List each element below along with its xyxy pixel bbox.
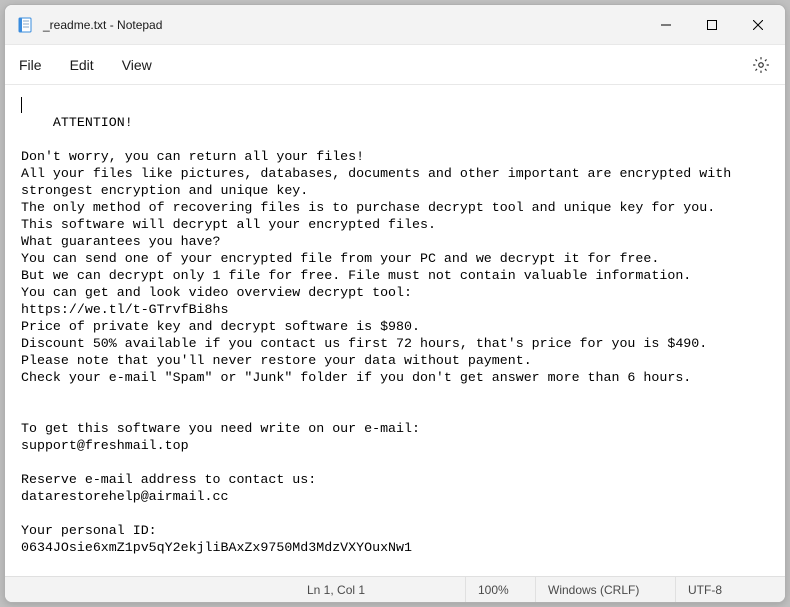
close-button[interactable] [735,5,781,44]
menu-view[interactable]: View [122,57,152,73]
notepad-window: _readme.txt - Notepad File Edit View ATT… [4,4,786,603]
status-line-ending: Windows (CRLF) [535,577,675,602]
window-controls [643,5,781,44]
text-editor[interactable]: ATTENTION! Don't worry, you can return a… [5,85,785,576]
text-caret [21,97,22,113]
titlebar[interactable]: _readme.txt - Notepad [5,5,785,45]
document-text: ATTENTION! Don't worry, you can return a… [21,115,739,555]
menubar: File Edit View [5,45,785,85]
menu-file[interactable]: File [19,57,42,73]
status-encoding: UTF-8 [675,577,785,602]
maximize-button[interactable] [689,5,735,44]
statusbar: Ln 1, Col 1 100% Windows (CRLF) UTF-8 [5,576,785,602]
status-zoom[interactable]: 100% [465,577,535,602]
minimize-button[interactable] [643,5,689,44]
menu-edit[interactable]: Edit [70,57,94,73]
notepad-icon [17,17,33,33]
settings-button[interactable] [751,55,771,75]
window-title: _readme.txt - Notepad [43,18,643,32]
status-position: Ln 1, Col 1 [295,577,465,602]
